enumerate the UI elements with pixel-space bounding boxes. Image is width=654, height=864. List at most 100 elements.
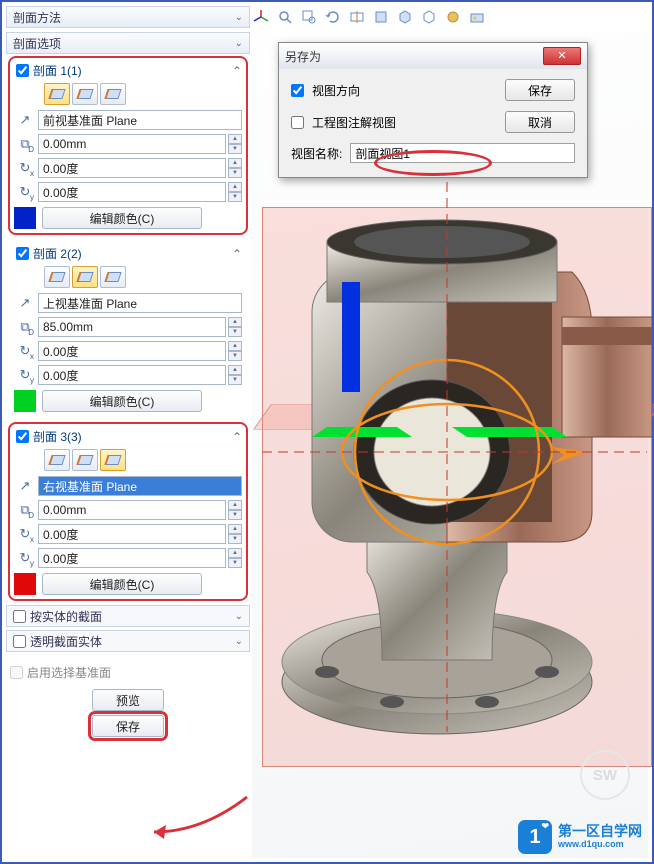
section-1-title: 剖面 1(1)	[33, 62, 82, 79]
section-1-angley-input[interactable]	[38, 182, 226, 202]
site-logo: 1 第一区自学网 www.d1qu.com	[518, 820, 642, 854]
spinner[interactable]: ▲▼	[228, 341, 242, 361]
section-2-group: 剖面 2(2) ⌃ ↗ ⧉D▲▼ ↻x▲▼ ↻y▲▼ 编辑颜色(C)	[8, 239, 248, 418]
view-cube2-icon[interactable]	[420, 8, 438, 26]
section-method-header[interactable]: 剖面方法 ⌄	[6, 6, 250, 28]
section-1-anglex-input[interactable]	[38, 158, 226, 178]
angle-y-icon: ↻y	[14, 182, 36, 202]
section-1-offset-input[interactable]	[38, 134, 226, 154]
drawing-annot-label: 工程图注解视图	[312, 114, 396, 131]
appearance-icon[interactable]	[444, 8, 462, 26]
section-2-color-swatch[interactable]	[14, 390, 36, 412]
spinner[interactable]: ▲▼	[228, 158, 242, 178]
logo-icon: 1	[518, 820, 552, 854]
annotation-oval	[374, 150, 492, 176]
section-options-header[interactable]: 剖面选项 ⌄	[6, 32, 250, 54]
dialog-save-button[interactable]: 保存	[505, 79, 575, 101]
chevron-down-icon: ⌄	[235, 12, 243, 23]
zoom-fit-icon[interactable]	[276, 8, 294, 26]
plane-top-button[interactable]	[72, 266, 98, 288]
preview-button[interactable]: 预览	[92, 689, 164, 711]
drawing-annot-checkbox[interactable]	[291, 116, 304, 129]
solidworks-watermark-icon: SW	[580, 750, 630, 800]
section-1-edit-color-button[interactable]: 编辑颜色(C)	[42, 207, 202, 229]
section-3-color-swatch[interactable]	[14, 573, 36, 595]
plane-ref-icon: ↗	[14, 110, 36, 130]
scene-icon[interactable]	[468, 8, 486, 26]
section-3-angley-input[interactable]	[38, 548, 226, 568]
property-panel: 剖面方法 ⌄ 剖面选项 ⌄ 剖面 1(1) ⌃ ↗ ⧉D ▲▼ ↻x ▲▼ ↻y ▲▼…	[6, 6, 250, 862]
spinner[interactable]: ▲▼	[228, 182, 242, 202]
section-3-plane-input[interactable]	[38, 476, 242, 496]
view-direction-label: 视图方向	[312, 82, 360, 99]
chevron-down-icon: ⌄	[235, 611, 243, 622]
transparent-row[interactable]: 透明截面实体 ⌄	[6, 630, 250, 652]
section-1-group: 剖面 1(1) ⌃ ↗ ⧉D▲▼ ↻x▲▼ ↻y▲▼ 编辑颜色(C)	[8, 56, 248, 235]
axes-icon[interactable]	[252, 8, 270, 26]
plane-right-button[interactable]	[100, 266, 126, 288]
chevron-up-icon: ⌃	[232, 430, 242, 444]
angle-y-icon: ↻y	[14, 365, 36, 385]
by-solid-checkbox[interactable]	[13, 610, 26, 623]
dialog-title: 另存为	[285, 48, 321, 65]
chevron-up-icon: ⌃	[232, 247, 242, 261]
section-3-enable[interactable]	[16, 430, 29, 443]
close-button[interactable]: ✕	[543, 47, 581, 65]
section-3-title: 剖面 3(3)	[33, 428, 82, 445]
transparent-checkbox[interactable]	[13, 635, 26, 648]
enable-select-checkbox[interactable]	[10, 666, 23, 679]
section-2-offset-input[interactable]	[38, 317, 226, 337]
logo-text: 第一区自学网 www.d1qu.com	[558, 824, 642, 849]
section-2-plane-input[interactable]	[38, 293, 242, 313]
enable-select-label: 启用选择基准面	[27, 664, 111, 681]
view-direction-checkbox[interactable]	[291, 84, 304, 97]
plane-front-button[interactable]	[44, 449, 70, 471]
section-2-edit-color-button[interactable]: 编辑颜色(C)	[42, 390, 202, 412]
zoom-area-icon[interactable]	[300, 8, 318, 26]
angle-x-icon: ↻x	[14, 524, 36, 544]
transparent-label: 透明截面实体	[30, 633, 102, 650]
display-style-icon[interactable]	[372, 8, 390, 26]
save-button[interactable]: 保存	[92, 715, 164, 737]
by-solid-row[interactable]: 按实体的截面 ⌄	[6, 605, 250, 627]
plane-top-button[interactable]	[72, 83, 98, 105]
plane-front-button[interactable]	[44, 266, 70, 288]
spinner[interactable]: ▲▼	[228, 365, 242, 385]
section-2-angley-input[interactable]	[38, 365, 226, 385]
plane-right-button[interactable]	[100, 83, 126, 105]
section-2-anglex-input[interactable]	[38, 341, 226, 361]
dialog-titlebar[interactable]: 另存为 ✕	[279, 43, 587, 69]
spinner[interactable]: ▲▼	[228, 317, 242, 337]
section-1-color-swatch[interactable]	[14, 207, 36, 229]
section-2-title: 剖面 2(2)	[33, 245, 82, 262]
section-2-enable[interactable]	[16, 247, 29, 260]
section-3-anglex-input[interactable]	[38, 524, 226, 544]
section-1-title-row: 剖面 1(1) ⌃	[14, 60, 242, 83]
section-3-edit-color-button[interactable]: 编辑颜色(C)	[42, 573, 202, 595]
rotate-icon[interactable]	[324, 8, 342, 26]
dialog-cancel-button[interactable]: 取消	[505, 111, 575, 133]
spinner[interactable]: ▲▼	[228, 134, 242, 154]
section-3-group: 剖面 3(3) ⌃ ↗ ⧉D▲▼ ↻x▲▼ ↻y▲▼ 编辑颜色(C)	[8, 422, 248, 601]
offset-icon: ⧉D	[14, 134, 36, 154]
spinner[interactable]: ▲▼	[228, 548, 242, 568]
offset-icon: ⧉D	[14, 500, 36, 520]
section-3-offset-input[interactable]	[38, 500, 226, 520]
chevron-down-icon: ⌄	[235, 636, 243, 647]
angle-y-icon: ↻y	[14, 548, 36, 568]
view-cube-icon[interactable]	[396, 8, 414, 26]
spinner[interactable]: ▲▼	[228, 500, 242, 520]
plane-front-button[interactable]	[44, 83, 70, 105]
chevron-down-icon: ⌄	[235, 38, 243, 49]
section-options-label: 剖面选项	[13, 35, 61, 52]
plane-top-button[interactable]	[72, 449, 98, 471]
plane-right-button[interactable]	[100, 449, 126, 471]
spinner[interactable]: ▲▼	[228, 524, 242, 544]
section-1-enable[interactable]	[16, 64, 29, 77]
section-1-plane-input[interactable]	[38, 110, 242, 130]
chevron-up-icon: ⌃	[232, 64, 242, 78]
view-toolbar	[252, 8, 486, 26]
section-3-title-row: 剖面 3(3) ⌃	[14, 426, 242, 449]
section-icon[interactable]	[348, 8, 366, 26]
section-method-label: 剖面方法	[13, 9, 61, 26]
